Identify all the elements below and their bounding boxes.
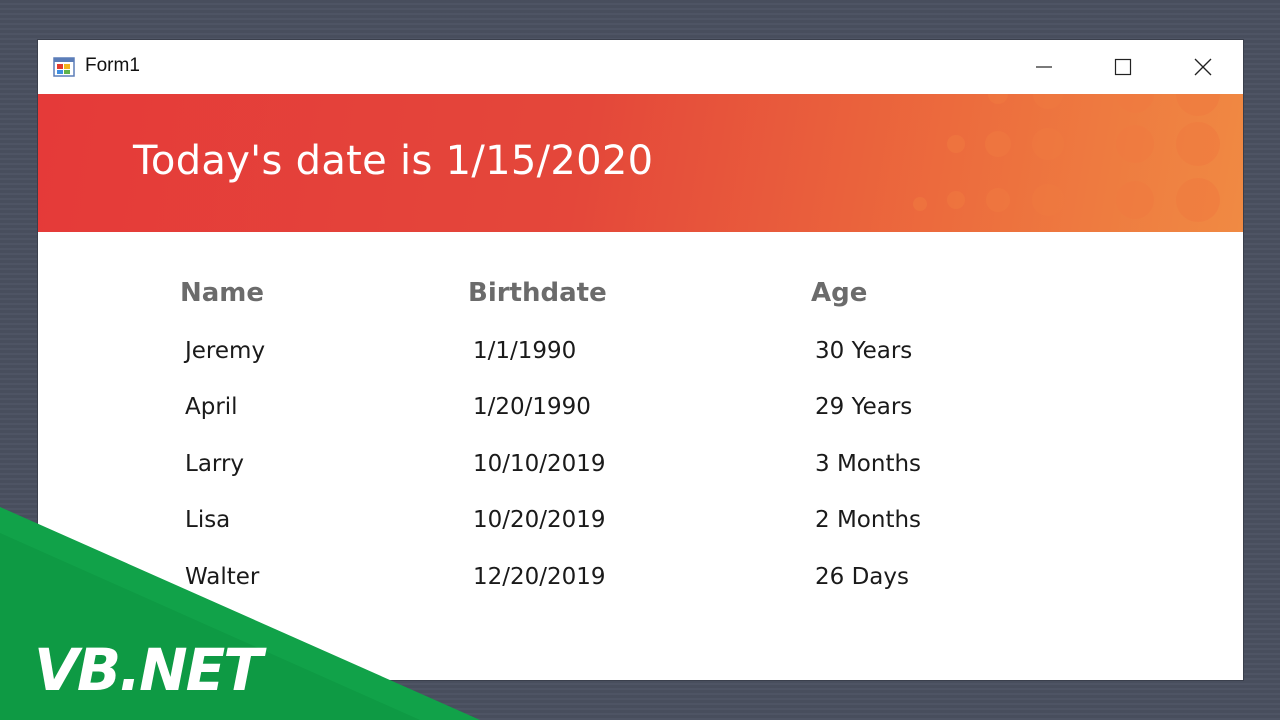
minimize-button[interactable] bbox=[1004, 40, 1084, 94]
close-button[interactable] bbox=[1163, 40, 1243, 94]
date-banner: Today's date is 1/15/2020 bbox=[38, 94, 1243, 232]
winforms-app-icon bbox=[53, 57, 75, 77]
cell-birthdate: 10/20/2019 bbox=[473, 507, 606, 533]
table-row: Jeremy 1/1/1990 30 Years bbox=[38, 338, 1243, 378]
cell-age: 30 Years bbox=[815, 338, 913, 364]
app-window: Form1 Today's date is 1/15/2020 Name Bir… bbox=[38, 40, 1243, 680]
today-date-label: Today's date is 1/15/2020 bbox=[133, 138, 654, 184]
cell-birthdate: 1/1/1990 bbox=[473, 338, 577, 364]
column-header-birthdate: Birthdate bbox=[468, 278, 607, 308]
cell-age: 29 Years bbox=[815, 394, 913, 420]
cell-age: 2 Months bbox=[815, 507, 922, 533]
column-header-name: Name bbox=[180, 278, 265, 308]
table-row: Lisa 10/20/2019 2 Months bbox=[38, 507, 1243, 547]
cell-age: 3 Months bbox=[815, 451, 922, 477]
column-header-age: Age bbox=[811, 278, 868, 308]
cell-name: Walter bbox=[185, 564, 260, 590]
maximize-icon bbox=[1114, 58, 1132, 76]
cell-birthdate: 10/10/2019 bbox=[473, 451, 606, 477]
maximize-button[interactable] bbox=[1083, 40, 1163, 94]
table-row: April 1/20/1990 29 Years bbox=[38, 394, 1243, 434]
window-title: Form1 bbox=[85, 55, 140, 76]
minimize-icon bbox=[1036, 66, 1052, 68]
table-row: Walter 12/20/2019 26 Days bbox=[38, 564, 1243, 604]
close-icon bbox=[1194, 58, 1212, 76]
table-row: Larry 10/10/2019 3 Months bbox=[38, 451, 1243, 491]
cell-birthdate: 1/20/1990 bbox=[473, 394, 591, 420]
people-table: Name Birthdate Age Jeremy 1/1/1990 30 Ye… bbox=[38, 232, 1243, 680]
cell-name: Lisa bbox=[185, 507, 231, 533]
cell-name: Larry bbox=[185, 451, 245, 477]
cell-age: 26 Days bbox=[815, 564, 909, 590]
cell-name: Jeremy bbox=[185, 338, 266, 364]
vbnet-label: VB.NET bbox=[34, 636, 263, 704]
cell-birthdate: 12/20/2019 bbox=[473, 564, 606, 590]
cell-name: April bbox=[185, 394, 238, 420]
title-bar[interactable]: Form1 bbox=[38, 40, 1243, 94]
